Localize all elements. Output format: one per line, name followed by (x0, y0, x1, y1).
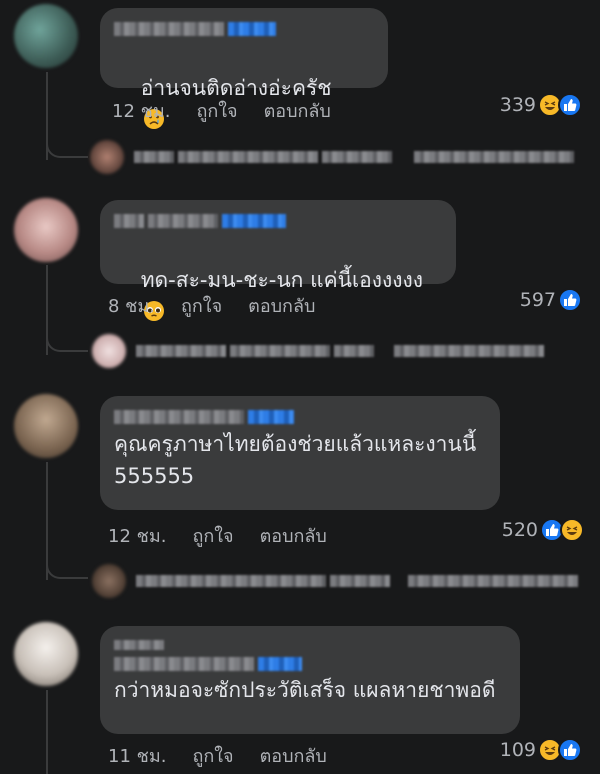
reply-avatar[interactable] (90, 140, 124, 174)
thread-line (46, 120, 88, 158)
avatar[interactable] (14, 4, 78, 68)
like-reaction-icon (558, 738, 582, 762)
reaction-count: 339 (499, 94, 536, 116)
thread-line (46, 690, 48, 774)
comment-timestamp[interactable]: 12 ชม. (108, 521, 166, 550)
like-reaction-icon (558, 93, 582, 117)
commenter-name[interactable] (114, 406, 486, 428)
like-reaction-icon (558, 288, 582, 312)
reply-button[interactable]: ตอบกลับ (264, 96, 331, 125)
avatar[interactable] (14, 622, 78, 686)
comment-bubble: อ่านจนติดอ่างอ่ะครัช (100, 8, 388, 129)
reply-button[interactable]: ตอบกลับ (248, 291, 315, 320)
haha-reaction-icon (560, 518, 584, 542)
thread-line (46, 545, 88, 579)
comment-text: กว่าหมอจะซักประวัติเสร็จ แผลหายชาพอดี (114, 678, 496, 702)
comment-bubble: กว่าหมอจะซักประวัติเสร็จ แผลหายชาพอดี (100, 626, 520, 734)
comment-bubble: คุณครูภาษาไทยต้องช่วยแล้วแหละงานนี้ 5555… (100, 396, 500, 510)
avatar[interactable] (14, 198, 78, 262)
reaction-count: 520 (501, 519, 538, 541)
comment-timestamp[interactable]: 11 ชม. (108, 741, 166, 770)
like-button[interactable]: ถูกใจ (192, 521, 233, 550)
like-button[interactable]: ถูกใจ (181, 291, 222, 320)
like-button[interactable]: ถูกใจ (196, 96, 237, 125)
comment-timestamp[interactable]: 8 ชม. (108, 291, 155, 320)
like-button[interactable]: ถูกใจ (192, 741, 233, 770)
avatar[interactable] (14, 394, 78, 458)
reply-button[interactable]: ตอบกลับ (260, 521, 327, 550)
commenter-name[interactable] (114, 636, 506, 654)
reaction-summary[interactable]: 339 (500, 93, 582, 117)
commenter-name[interactable] (114, 18, 374, 40)
thread-line (46, 320, 88, 352)
comment-bubble: ทด-สะ-มน-ชะ-นก แค่นี้เองงงงง (100, 200, 456, 321)
reply-preview[interactable] (136, 337, 548, 365)
reaction-summary[interactable]: 109 (500, 738, 582, 762)
reply-preview[interactable] (134, 143, 578, 171)
reply-button[interactable]: ตอบกลับ (260, 741, 327, 770)
reaction-summary[interactable]: 520 (502, 518, 584, 542)
comment-text-content: ทด-สะ-มน-ชะ-นก แค่นี้เองงงงง (140, 268, 424, 292)
reaction-summary[interactable]: 597 (520, 288, 582, 312)
reply-preview[interactable] (136, 567, 582, 595)
comment-text: คุณครูภาษาไทยต้องช่วยแล้วแหละงานนี้ 5555… (114, 432, 477, 488)
commenter-name[interactable] (114, 210, 442, 232)
comment-timestamp[interactable]: 12 ชม. (112, 96, 170, 125)
reply-avatar[interactable] (92, 334, 126, 368)
reply-avatar[interactable] (92, 564, 126, 598)
commenter-name[interactable] (114, 654, 506, 674)
reaction-count: 109 (499, 739, 536, 761)
reaction-count: 597 (519, 289, 556, 311)
